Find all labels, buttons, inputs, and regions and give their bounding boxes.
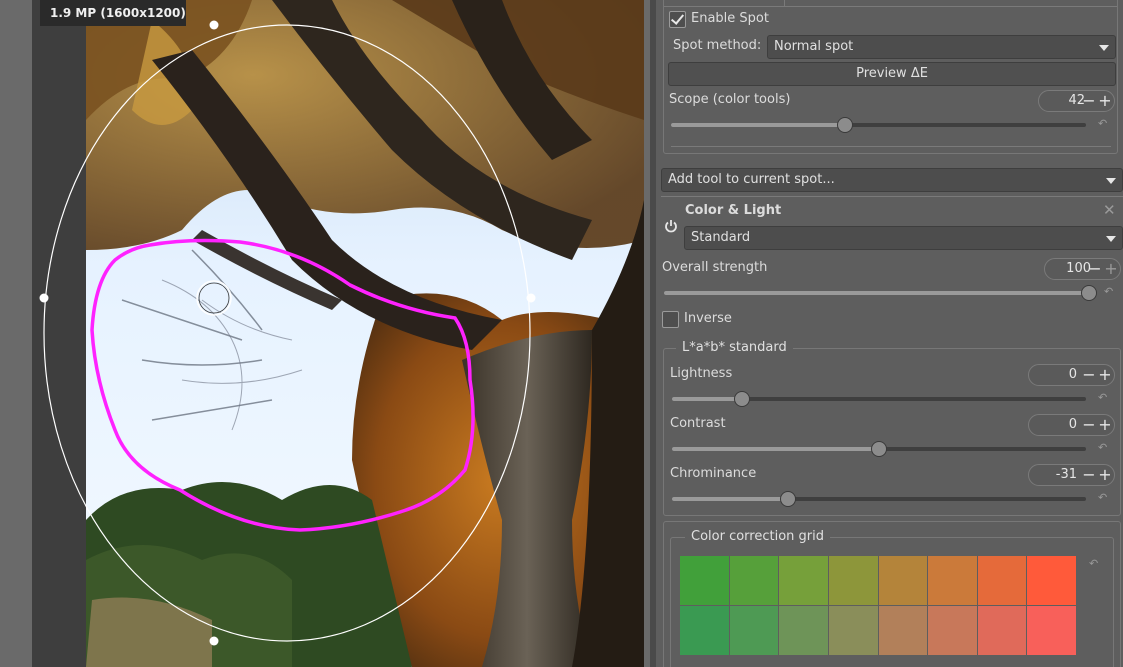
- scope-label: Scope (color tools): [669, 92, 791, 107]
- photo-preview[interactable]: [32, 0, 644, 667]
- overall-strength-spinbox[interactable]: 100 − +: [1044, 258, 1121, 280]
- lightness-decrement-button[interactable]: −: [1082, 365, 1096, 384]
- contrast-slider-knob[interactable]: [871, 441, 887, 457]
- spot-frame-inner-separator: [671, 146, 1111, 147]
- overall-strength-decrement-button[interactable]: −: [1088, 259, 1102, 278]
- grid-cell[interactable]: [779, 556, 828, 605]
- power-icon[interactable]: [664, 219, 678, 233]
- spot-method-value: Normal spot: [774, 39, 854, 54]
- chrominance-value[interactable]: -31: [1033, 465, 1077, 485]
- grid-cell[interactable]: [828, 556, 878, 605]
- chrominance-reset-icon[interactable]: ↶: [1098, 492, 1110, 503]
- scope-decrement-button[interactable]: −: [1082, 91, 1096, 110]
- photo-frame: [32, 0, 644, 667]
- grid-cell[interactable]: [1027, 606, 1076, 655]
- spot-method-select[interactable]: Normal spot: [767, 35, 1116, 59]
- grid-cell[interactable]: [680, 606, 729, 655]
- color-light-title[interactable]: Color & Light: [685, 203, 781, 218]
- chrominance-slider-knob[interactable]: [779, 491, 796, 507]
- image-canvas[interactable]: 1.9 MP (1600x1200): [0, 0, 650, 667]
- grid-cell[interactable]: [878, 606, 928, 655]
- preview-delta-e-label: Preview ΔE: [856, 66, 928, 81]
- lightness-increment-button[interactable]: +: [1098, 365, 1112, 384]
- chrominance-decrement-button[interactable]: −: [1082, 465, 1096, 484]
- lab-standard-legend: L*a*b* standard: [676, 340, 793, 356]
- overall-strength-slider-fill: [664, 291, 1089, 295]
- scope-slider-fill: [671, 123, 846, 127]
- scope-value[interactable]: 42: [1043, 91, 1085, 111]
- grid-cell[interactable]: [977, 556, 1027, 605]
- inverse-checkbox[interactable]: [662, 311, 679, 328]
- add-tool-value: Add tool to current spot...: [668, 172, 835, 187]
- color-light-mode-value: Standard: [691, 230, 751, 245]
- grid-cell[interactable]: [729, 606, 779, 655]
- scope-reset-icon[interactable]: ↶: [1098, 118, 1110, 129]
- add-tool-select[interactable]: Add tool to current spot...: [661, 168, 1123, 192]
- scope-increment-button[interactable]: +: [1098, 91, 1112, 110]
- chrominance-spinbox[interactable]: -31 − +: [1028, 464, 1115, 486]
- contrast-slider[interactable]: [672, 441, 1086, 457]
- overall-strength-label: Overall strength: [662, 260, 768, 275]
- grid-cell[interactable]: [729, 556, 779, 605]
- overall-strength-slider-knob[interactable]: [1081, 285, 1097, 301]
- lightness-label: Lightness: [670, 366, 733, 381]
- chevron-down-icon: [1099, 45, 1109, 51]
- color-correction-grid[interactable]: [680, 556, 1076, 667]
- lightness-value[interactable]: 0: [1033, 365, 1077, 385]
- lightness-slider[interactable]: [672, 391, 1086, 407]
- scope-slider[interactable]: [671, 117, 1086, 133]
- grid-cell[interactable]: [779, 606, 828, 655]
- lightness-spinbox[interactable]: 0 − +: [1028, 364, 1115, 386]
- enable-spot-label[interactable]: Enable Spot: [691, 11, 769, 26]
- tool-panel: Enable Spot Spot method: Normal spot Pre…: [656, 0, 1123, 667]
- contrast-decrement-button[interactable]: −: [1082, 415, 1096, 434]
- grid-cell[interactable]: [928, 606, 977, 655]
- preview-delta-e-button[interactable]: Preview ΔE: [668, 62, 1116, 86]
- color-grid-reset-icon[interactable]: ↶: [1089, 558, 1101, 569]
- contrast-reset-icon[interactable]: ↶: [1098, 442, 1110, 453]
- overall-strength-value[interactable]: 100: [1049, 259, 1091, 279]
- color-light-top-separator: [661, 196, 1123, 197]
- top-tab-separator: [664, 6, 1117, 7]
- contrast-value[interactable]: 0: [1033, 415, 1077, 435]
- close-icon[interactable]: ✕: [1103, 201, 1116, 219]
- grid-cell[interactable]: [1027, 556, 1076, 605]
- contrast-slider-fill: [672, 447, 879, 451]
- grid-cell[interactable]: [828, 606, 878, 655]
- chrominance-label: Chrominance: [670, 466, 757, 481]
- enable-spot-checkbox[interactable]: [669, 11, 686, 28]
- lightness-slider-fill: [672, 397, 743, 401]
- grid-cell[interactable]: [878, 556, 928, 605]
- overall-strength-slider[interactable]: [664, 285, 1097, 301]
- chrominance-slider-fill: [672, 497, 788, 501]
- inverse-label[interactable]: Inverse: [684, 311, 732, 326]
- scope-spinbox[interactable]: 42 − +: [1038, 90, 1115, 112]
- lightness-reset-icon[interactable]: ↶: [1098, 392, 1110, 403]
- chevron-down-icon: [1106, 236, 1116, 242]
- top-tab-divider: [784, 0, 785, 6]
- chrominance-increment-button[interactable]: +: [1098, 465, 1112, 484]
- color-light-mode-select[interactable]: Standard: [684, 226, 1123, 250]
- grid-cell[interactable]: [680, 556, 729, 605]
- overall-strength-increment-button[interactable]: +: [1104, 259, 1118, 278]
- grid-cell[interactable]: [977, 606, 1027, 655]
- chevron-down-icon: [1106, 178, 1116, 184]
- contrast-label: Contrast: [670, 416, 726, 431]
- spot-method-label: Spot method:: [673, 38, 762, 53]
- contrast-increment-button[interactable]: +: [1098, 415, 1112, 434]
- color-grid-legend: Color correction grid: [685, 529, 830, 545]
- chrominance-slider[interactable]: [672, 491, 1086, 507]
- grid-cell[interactable]: [928, 556, 977, 605]
- contrast-spinbox[interactable]: 0 − +: [1028, 414, 1115, 436]
- image-size-badge: 1.9 MP (1600x1200): [40, 0, 186, 26]
- overall-strength-reset-icon[interactable]: ↶: [1104, 286, 1116, 297]
